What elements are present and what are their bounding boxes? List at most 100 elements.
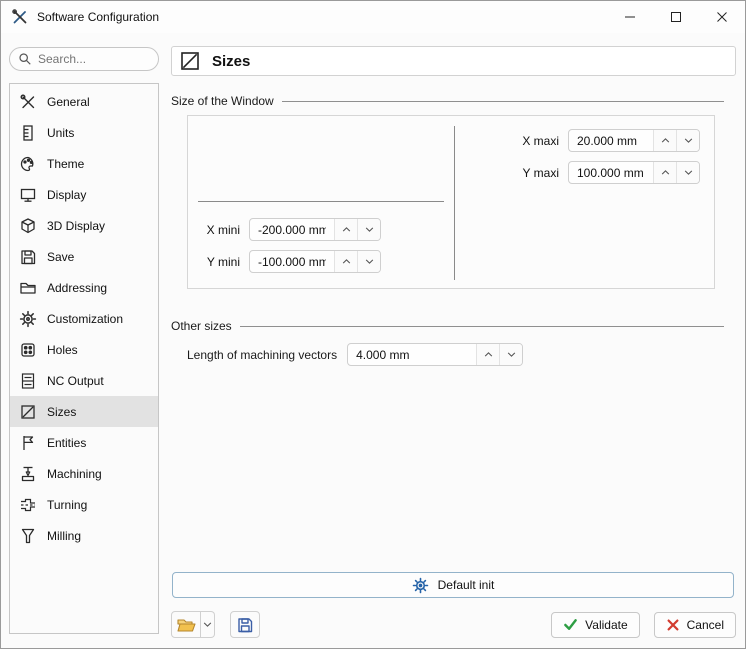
y-mini-input[interactable] <box>250 251 334 272</box>
display-icon <box>18 185 38 205</box>
main-panel: Sizes Size of the Window X maxi <box>163 33 745 648</box>
vector-length-increment-button[interactable] <box>476 344 499 365</box>
validate-button[interactable]: Validate <box>551 612 639 638</box>
app-icon <box>11 8 29 26</box>
check-icon <box>563 617 578 632</box>
vector-length-spinner <box>347 343 523 366</box>
gear-blue-icon <box>412 577 429 594</box>
sidebar-item-save[interactable]: Save <box>10 241 158 272</box>
sidebar-item-label: NC Output <box>47 374 104 388</box>
x-mini-spinner <box>249 218 381 241</box>
sidebar-item-display[interactable]: Display <box>10 179 158 210</box>
y-maxi-row: Y maxi <box>517 161 700 184</box>
default-init-label: Default init <box>438 578 495 592</box>
chevron-up-icon <box>342 259 351 264</box>
x-mini-increment-button[interactable] <box>334 219 357 240</box>
vector-length-input[interactable] <box>348 344 476 365</box>
minimize-icon <box>624 11 636 23</box>
vector-length-row: Length of machining vectors <box>187 343 736 366</box>
search-box[interactable] <box>9 47 159 71</box>
sidebar-item-label: Customization <box>47 312 123 326</box>
x-extent-line <box>454 126 455 280</box>
page-title: Sizes <box>212 53 250 70</box>
open-folder-icon <box>176 616 196 634</box>
sidebar-item-theme[interactable]: Theme <box>10 148 158 179</box>
sidebar-item-label: General <box>47 95 90 109</box>
x-maxi-increment-button[interactable] <box>653 130 676 151</box>
software-configuration-window: Software Configuration <box>0 0 746 649</box>
settings-nav-list: General Units <box>9 83 159 634</box>
search-input[interactable] <box>38 52 138 66</box>
sidebar-item-holes[interactable]: Holes <box>10 334 158 365</box>
chevron-down-icon <box>365 259 374 264</box>
maximize-button[interactable] <box>653 1 699 33</box>
flex-spacer <box>171 366 736 572</box>
general-icon <box>18 92 38 112</box>
x-maxi-label: X maxi <box>517 134 559 148</box>
sidebar-item-general[interactable]: General <box>10 86 158 117</box>
y-mini-decrement-button[interactable] <box>357 251 380 272</box>
x-maxi-input[interactable] <box>569 130 653 151</box>
sidebar-item-milling[interactable]: Milling <box>10 520 158 551</box>
open-file-dropdown-button[interactable] <box>201 611 215 638</box>
sidebar-item-nc-output[interactable]: NC Output <box>10 365 158 396</box>
x-maxi-row: X maxi <box>517 129 700 152</box>
x-maxi-decrement-button[interactable] <box>676 130 699 151</box>
y-maxi-input[interactable] <box>569 162 653 183</box>
vector-length-decrement-button[interactable] <box>499 344 522 365</box>
save-settings-button[interactable] <box>230 611 260 638</box>
cube-3d-icon <box>18 216 38 236</box>
sidebar-item-label: Addressing <box>47 281 107 295</box>
sidebar-item-units[interactable]: Units <box>10 117 158 148</box>
y-mini-row: Y mini <box>198 250 381 273</box>
x-mini-decrement-button[interactable] <box>357 219 380 240</box>
holes-icon <box>18 340 38 360</box>
default-init-button[interactable]: Default init <box>172 572 734 598</box>
y-maxi-increment-button[interactable] <box>653 162 676 183</box>
machining-icon <box>18 464 38 484</box>
sidebar-item-turning[interactable]: Turning <box>10 489 158 520</box>
sidebar-item-label: Turning <box>47 498 87 512</box>
sidebar-item-machining[interactable]: Machining <box>10 458 158 489</box>
x-icon <box>666 618 680 632</box>
sidebar-item-3d-display[interactable]: 3D Display <box>10 210 158 241</box>
save-icon <box>18 247 38 267</box>
sidebar: General Units <box>1 33 163 648</box>
chevron-down-icon <box>507 352 516 357</box>
group-divider <box>240 326 724 327</box>
search-icon <box>18 52 32 66</box>
minimize-button[interactable] <box>607 1 653 33</box>
sidebar-item-label: Milling <box>47 529 81 543</box>
x-maxi-spinner <box>568 129 700 152</box>
flag-icon <box>18 433 38 453</box>
sidebar-item-label: Machining <box>47 467 102 481</box>
cancel-label: Cancel <box>687 618 724 632</box>
sidebar-item-label: Holes <box>47 343 78 357</box>
close-button[interactable] <box>699 1 745 33</box>
sidebar-item-label: Entities <box>47 436 86 450</box>
chevron-up-icon <box>484 352 493 357</box>
chevron-down-icon <box>684 170 693 175</box>
vector-length-label: Length of machining vectors <box>187 348 337 362</box>
cancel-button[interactable]: Cancel <box>654 612 736 638</box>
y-maxi-decrement-button[interactable] <box>676 162 699 183</box>
x-mini-row: X mini <box>198 218 381 241</box>
bottom-toolbar: Validate Cancel <box>171 611 736 638</box>
y-mini-increment-button[interactable] <box>334 251 357 272</box>
x-mini-input[interactable] <box>250 219 334 240</box>
nc-output-icon <box>18 371 38 391</box>
sidebar-item-entities[interactable]: Entities <box>10 427 158 458</box>
chevron-down-icon <box>365 227 374 232</box>
y-mini-spinner <box>249 250 381 273</box>
maximize-icon <box>670 11 682 23</box>
open-file-button[interactable] <box>171 611 201 638</box>
units-icon <box>18 123 38 143</box>
sizes-icon <box>18 402 38 422</box>
sidebar-item-sizes[interactable]: Sizes <box>10 396 158 427</box>
sidebar-item-addressing[interactable]: Addressing <box>10 272 158 303</box>
floppy-save-icon <box>236 616 254 634</box>
sidebar-item-customization[interactable]: Customization <box>10 303 158 334</box>
chevron-up-icon <box>342 227 351 232</box>
sidebar-item-label: Theme <box>47 157 84 171</box>
sidebar-item-label: Units <box>47 126 74 140</box>
